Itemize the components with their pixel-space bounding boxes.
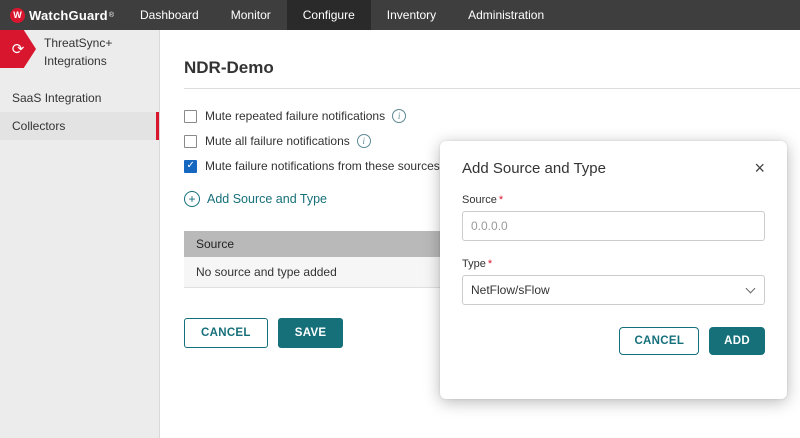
source-label-text: Source	[462, 194, 497, 206]
top-navbar: W WatchGuard ® Dashboard Monitor Configu…	[0, 0, 800, 30]
dialog-title: Add Source and Type	[462, 160, 606, 177]
sidebar: ThreatSync+ Integrations SaaS Integratio…	[0, 30, 160, 438]
brand-name: WatchGuard	[29, 8, 108, 23]
sidebar-item-label: Collectors	[12, 119, 65, 133]
type-label-text: Type	[462, 258, 486, 270]
required-asterisk: *	[499, 194, 503, 206]
threatsync-sync-icon	[0, 30, 36, 68]
checkbox-label: Mute failure notifications from these so…	[205, 159, 440, 173]
type-select-value: NetFlow/sFlow	[471, 283, 550, 297]
dialog-cancel-button[interactable]: CANCEL	[619, 327, 699, 355]
mute-repeated-checkbox[interactable]	[184, 110, 197, 123]
sidebar-title-line2: Integrations	[44, 52, 112, 70]
nav-item-dashboard[interactable]: Dashboard	[124, 0, 215, 30]
nav-item-label: Administration	[468, 8, 544, 22]
type-field-group: Type* NetFlow/sFlow	[462, 258, 765, 305]
info-icon[interactable]	[392, 109, 406, 123]
registered-mark: ®	[109, 12, 114, 19]
add-source-and-type-dialog: Add Source and Type Source* Type* NetFlo…	[440, 141, 787, 399]
sidebar-title: ThreatSync+ Integrations	[36, 30, 112, 70]
sidebar-item-label: SaaS Integration	[12, 91, 101, 105]
mute-sources-checkbox[interactable]	[184, 160, 197, 173]
nav-item-label: Dashboard	[140, 8, 199, 22]
watchguard-logo-icon: W	[10, 8, 25, 23]
source-field-group: Source*	[462, 194, 765, 241]
plus-circle-icon	[184, 191, 200, 207]
checkbox-row-mute-repeated: Mute repeated failure notifications	[184, 109, 786, 123]
title-divider	[184, 88, 800, 89]
chevron-down-icon	[746, 284, 756, 294]
sidebar-item-saas-integration[interactable]: SaaS Integration	[0, 84, 159, 112]
nav-item-administration[interactable]: Administration	[452, 0, 560, 30]
nav-items: Dashboard Monitor Configure Inventory Ad…	[124, 0, 560, 30]
nav-item-inventory[interactable]: Inventory	[371, 0, 452, 30]
type-select[interactable]: NetFlow/sFlow	[462, 275, 765, 305]
nav-item-configure[interactable]: Configure	[287, 0, 371, 30]
source-field-label: Source*	[462, 194, 765, 206]
type-field-label: Type*	[462, 258, 765, 270]
dialog-header: Add Source and Type	[462, 159, 765, 177]
info-icon[interactable]	[357, 134, 371, 148]
cancel-button[interactable]: CANCEL	[184, 318, 268, 348]
sidebar-header: ThreatSync+ Integrations	[0, 30, 159, 70]
save-button[interactable]: SAVE	[278, 318, 344, 348]
sidebar-item-collectors[interactable]: Collectors	[0, 112, 159, 140]
checkbox-label: Mute all failure notifications	[205, 134, 350, 148]
nav-item-label: Monitor	[231, 8, 271, 22]
sidebar-items: SaaS Integration Collectors	[0, 84, 159, 140]
add-source-and-type-link[interactable]: Add Source and Type	[184, 191, 327, 207]
source-input[interactable]	[462, 211, 765, 241]
close-icon[interactable]	[754, 159, 765, 177]
watchguard-logo[interactable]: W WatchGuard ®	[0, 0, 124, 30]
nav-item-label: Configure	[303, 8, 355, 22]
required-asterisk: *	[488, 258, 492, 270]
page-title: NDR-Demo	[184, 58, 786, 78]
checkbox-label: Mute repeated failure notifications	[205, 109, 385, 123]
mute-all-checkbox[interactable]	[184, 135, 197, 148]
sidebar-title-line1: ThreatSync+	[44, 34, 112, 52]
nav-item-label: Inventory	[387, 8, 436, 22]
dialog-actions: CANCEL ADD	[462, 327, 765, 355]
dialog-add-button[interactable]: ADD	[709, 327, 765, 355]
add-source-label: Add Source and Type	[207, 192, 327, 206]
nav-item-monitor[interactable]: Monitor	[215, 0, 287, 30]
app-window: W WatchGuard ® Dashboard Monitor Configu…	[0, 0, 800, 438]
